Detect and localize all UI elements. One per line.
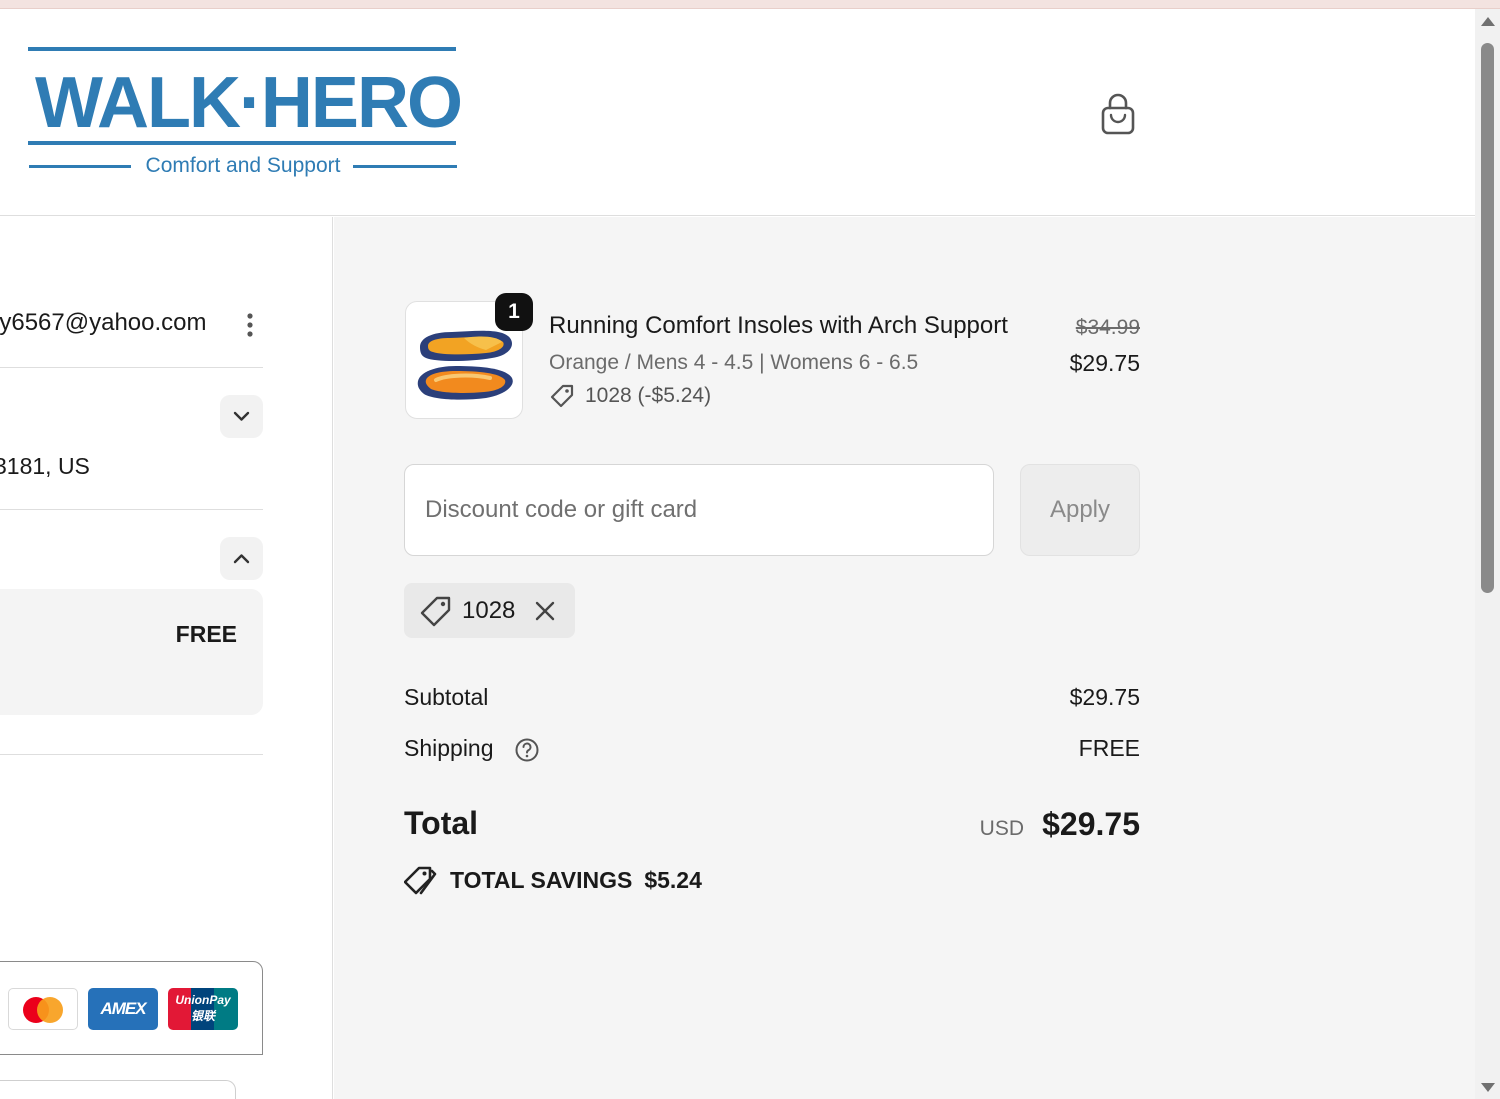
product-discount-text: 1028 (-$5.24) (585, 384, 712, 407)
total-savings-label: TOTAL SAVINGS (450, 866, 633, 893)
product-price: $29.75 (1069, 350, 1140, 376)
remove-discount-icon[interactable] (533, 599, 557, 623)
section-divider (0, 509, 263, 510)
product-name: Running Comfort Insoles with Arch Suppor… (549, 312, 1008, 339)
product-variant: Orange / Mens 4 - 4.5 | Womens 6 - 6.5 (549, 351, 919, 374)
product-thumbnail: 1 (405, 293, 533, 419)
total-label: Total (404, 805, 479, 841)
mastercard-icon (8, 988, 78, 1030)
tag-icon (420, 596, 451, 626)
product-original-price: $34.99 (1075, 316, 1140, 339)
shipping-address-text: 3181, US (0, 453, 90, 479)
subtotal-label: Subtotal (404, 684, 489, 710)
walkhero-logo[interactable]: WALK·HERO Comfort and Support (27, 47, 463, 187)
savings-tag-icon (404, 866, 437, 895)
logo-wordmark: WALK·HERO (35, 63, 463, 143)
quantity-badge: 1 (495, 293, 533, 331)
applied-discount-chip: 1028 (404, 583, 575, 638)
applied-discount-code: 1028 (462, 596, 516, 624)
payment-method-option[interactable]: AMEX UnionPay 银联 (0, 961, 263, 1055)
logo-rule-middle (28, 141, 456, 145)
subtotal-value: $29.75 (1069, 684, 1140, 710)
product-discount: 1028 (-$5.24) (549, 383, 711, 409)
chevron-down-icon (233, 411, 250, 421)
scrollbar-thumb[interactable] (1481, 43, 1494, 593)
card-number-field[interactable] (0, 1080, 236, 1099)
total-savings: TOTAL SAVINGS $5.24 (404, 865, 702, 895)
scroll-up-arrow-icon[interactable] (1481, 17, 1495, 26)
amex-icon: AMEX (88, 988, 158, 1030)
collapse-shipping-button[interactable] (220, 537, 263, 580)
amex-label: AMEX (100, 999, 146, 1018)
total-currency: USD (979, 817, 1024, 840)
logo-tagline: Comfort and Support (145, 154, 341, 177)
shipping-value: FREE (1078, 735, 1140, 761)
apply-discount-button[interactable]: Apply (1020, 464, 1140, 556)
total-savings-value: $5.24 (644, 866, 702, 893)
shipping-method-option[interactable]: FREE (0, 589, 263, 715)
scroll-down-arrow-icon[interactable] (1481, 1083, 1495, 1092)
section-divider (0, 754, 263, 755)
logo-rule-top (28, 47, 456, 51)
tagline-rule-right (353, 165, 457, 168)
browser-top-strip (0, 0, 1500, 9)
logo-tagline-row: Comfort and Support (27, 153, 459, 179)
chevron-up-icon (233, 554, 250, 564)
expand-address-button[interactable] (220, 395, 263, 438)
payment-card-icons: AMEX UnionPay 银联 (8, 988, 238, 1030)
more-options-icon[interactable] (240, 311, 260, 339)
account-email: ay6567@yahoo.com (0, 309, 207, 336)
page-scrollbar[interactable] (1475, 9, 1500, 1099)
shipping-label: Shipping (404, 735, 494, 761)
order-summary-column: 1 Running Comfort Insoles with Arch Supp… (334, 217, 1475, 1099)
unionpay-label: UnionPay 银联 (175, 993, 231, 1023)
checkout-form-column: ay6567@yahoo.com 3181, US FREE AMEX Unio… (0, 217, 333, 1099)
checkout-header: WALK·HERO Comfort and Support (0, 9, 1475, 216)
tag-icon (550, 384, 574, 408)
help-icon[interactable] (514, 737, 540, 763)
discount-code-input[interactable] (404, 464, 994, 556)
section-divider (0, 367, 263, 368)
tagline-rule-left (29, 165, 131, 168)
total-amount: $29.75 (1042, 806, 1140, 842)
shopping-bag-icon[interactable] (1097, 93, 1139, 137)
unionpay-icon: UnionPay 银联 (168, 988, 238, 1030)
shipping-method-price: FREE (175, 621, 237, 647)
